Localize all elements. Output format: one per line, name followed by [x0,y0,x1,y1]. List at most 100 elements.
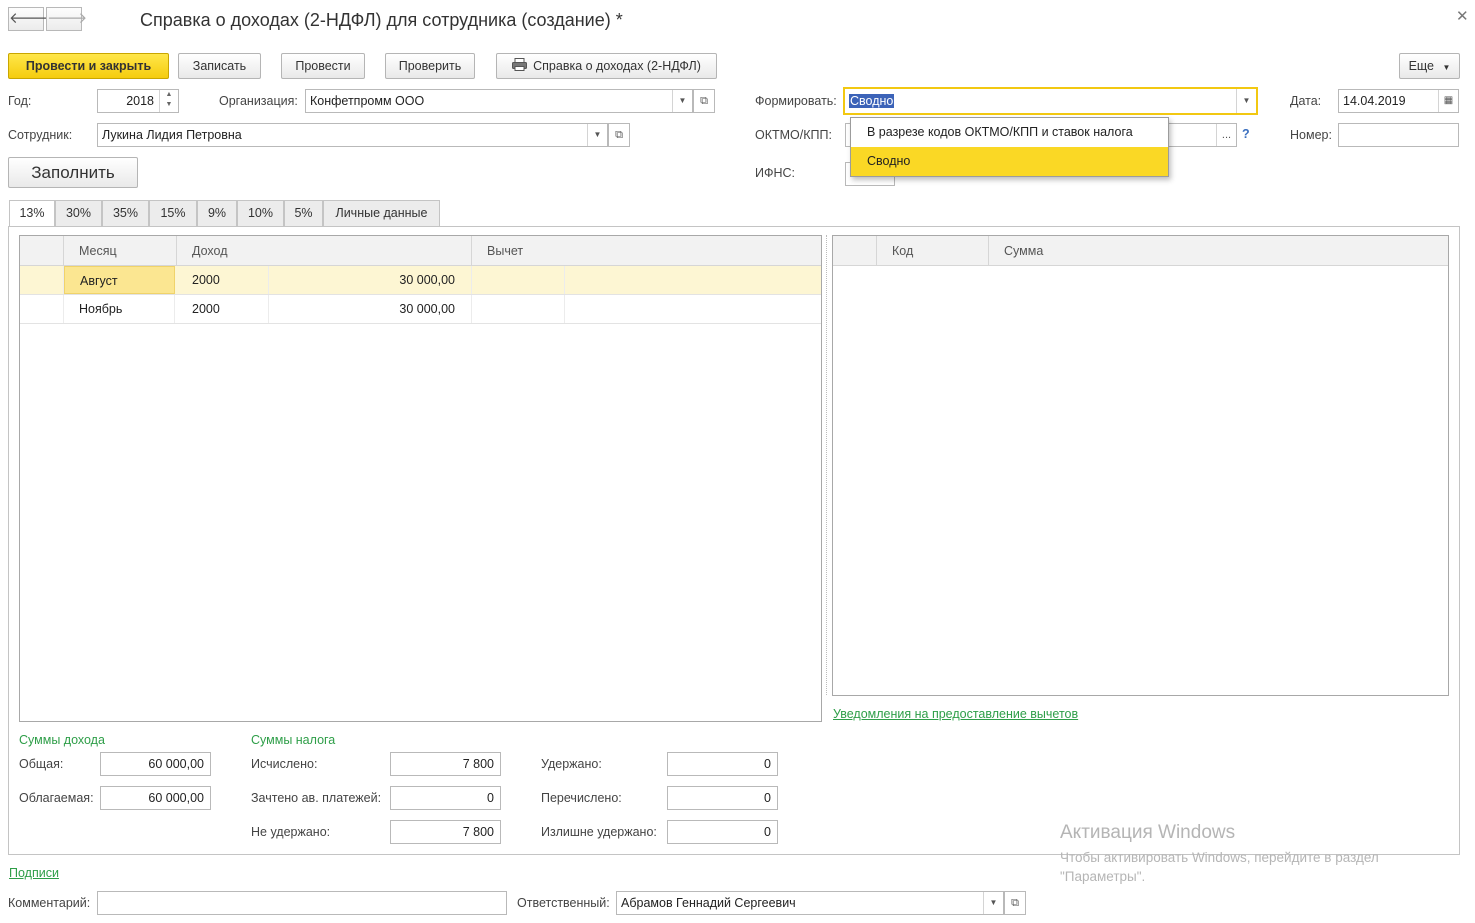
credited-advance-field[interactable]: 0 [390,786,501,810]
arrow-left-icon: 🡐 [9,10,50,27]
row-marker-header [20,236,64,266]
cell-code[interactable]: 2000 [175,266,269,294]
splitter[interactable] [826,235,827,695]
excess-withheld-label: Излишне удержано: [541,825,657,839]
oktmo-select-button[interactable]: ... [1216,124,1236,146]
open-form-icon: ⧉ [700,95,708,107]
open-form-icon: ⧉ [615,129,623,141]
header-income[interactable]: Доход [177,236,472,266]
employee-field[interactable]: Лукина Лидия Петровна ▼ [97,123,608,147]
year-value: 2018 [126,94,154,108]
responsible-open-button[interactable]: ⧉ [1004,891,1026,915]
responsible-field[interactable]: Абрамов Геннадий Сергеевич ▼ [616,891,1004,915]
calculated-field[interactable]: 7 800 [390,752,501,776]
calculated-label: Исчислено: [251,757,318,771]
row-marker [20,295,64,323]
header-code[interactable]: Код [877,236,989,266]
form-mode-value: Сводно [849,94,895,108]
form-mode-dropdown: В разрезе кодов ОКТМО/КПП и ставок налог… [850,117,1169,177]
tab-13[interactable]: 13% [9,200,55,228]
tab-5[interactable]: 5% [284,200,323,227]
help-icon[interactable]: ? [1242,127,1250,141]
org-field[interactable]: Конфетпромм ООО ▼ [305,89,693,113]
income-sums-header: Суммы дохода [19,733,105,747]
responsible-label: Ответственный: [517,896,610,910]
income-table[interactable]: Месяц Доход Вычет Август 2000 30 000,00 … [19,235,822,722]
header-month[interactable]: Месяц [64,236,177,266]
save-button[interactable]: Записать [178,53,261,79]
income-table-header: Месяц Доход Вычет [20,236,821,266]
deduction-table[interactable]: Код Сумма [832,235,1449,696]
date-field[interactable]: 14.04.2019 ▦ [1338,89,1459,113]
employee-value: Лукина Лидия Петровна [102,128,242,142]
cell-month[interactable]: Ноябрь [64,295,175,323]
year-spinner[interactable]: ▲ ▼ [159,90,178,112]
table-row[interactable]: Август 2000 30 000,00 [20,266,821,295]
date-value: 14.04.2019 [1343,94,1406,108]
arrow-right-icon: 🡒 [47,10,88,27]
row-marker-header [833,236,877,266]
tab-35[interactable]: 35% [102,200,149,227]
oktmo-label: ОКТМО/КПП: [755,128,832,142]
more-label: Еще [1408,59,1435,73]
notifications-link[interactable]: Уведомления на предоставление вычетов [833,707,1078,721]
spin-up-icon[interactable]: ▲ [160,90,178,100]
tab-9[interactable]: 9% [197,200,237,227]
tab-personal-data[interactable]: Личные данные [323,200,440,227]
cell-amount[interactable]: 30 000,00 [269,266,472,294]
activation-watermark-text: Чтобы активировать Windows, перейдите в … [1060,848,1440,886]
activation-watermark-line1: Чтобы активировать Windows, перейдите в … [1060,850,1379,865]
header-deduction[interactable]: Вычет [472,236,821,266]
year-field[interactable]: 2018 ▲ ▼ [97,89,179,113]
cell-deduction[interactable] [472,266,565,294]
chevron-down-icon[interactable]: ▼ [983,892,1003,914]
open-form-icon: ⧉ [1011,897,1019,909]
cell-code[interactable]: 2000 [175,295,269,323]
number-field[interactable] [1338,123,1459,147]
cell-deduction[interactable] [472,295,565,323]
chevron-down-icon[interactable]: ▼ [587,124,607,146]
comment-field[interactable] [97,891,507,915]
excess-withheld-field[interactable]: 0 [667,820,778,844]
not-withheld-field[interactable]: 7 800 [390,820,501,844]
form-mode-label: Формировать: [755,94,837,108]
org-open-button[interactable]: ⧉ [693,89,715,113]
total-income-field[interactable]: 60 000,00 [100,752,211,776]
employee-open-button[interactable]: ⧉ [608,123,630,147]
tax-sums-header: Суммы налога [251,733,336,747]
fill-button[interactable]: Заполнить [8,157,138,188]
print-report-button[interactable]: Справка о доходах (2-НДФЛ) [496,53,717,79]
close-icon[interactable]: ✕ [1456,7,1469,25]
forward-button[interactable]: 🡒 [46,7,87,31]
org-label: Организация: [219,94,298,108]
tab-10[interactable]: 10% [237,200,284,227]
date-label: Дата: [1290,94,1322,108]
cell-amount[interactable]: 30 000,00 [269,295,472,323]
year-label: Год: [8,94,32,108]
window-title: Справка о доходах (2-НДФЛ) для сотрудник… [140,10,623,30]
tab-30[interactable]: 30% [55,200,102,227]
spin-down-icon[interactable]: ▼ [160,100,178,110]
header-sum[interactable]: Сумма [989,236,1448,266]
ifns-label: ИФНС: [755,166,796,180]
check-button[interactable]: Проверить [385,53,475,79]
table-row[interactable]: Ноябрь 2000 30 000,00 [20,295,821,324]
chevron-down-icon[interactable]: ▼ [672,90,692,112]
taxable-income-field[interactable]: 60 000,00 [100,786,211,810]
back-button[interactable]: 🡐 [8,7,49,31]
option-summary[interactable]: Сводно [851,147,1168,176]
post-and-close-button[interactable]: Провести и закрыть [8,53,169,79]
calendar-icon[interactable]: ▦ [1438,90,1458,112]
total-income-label: Общая: [19,757,64,771]
signatures-link[interactable]: Подписи [9,866,59,880]
printer-icon [512,55,528,79]
more-button[interactable]: Еще ▼ [1399,53,1460,79]
tab-15[interactable]: 15% [149,200,197,227]
transferred-field[interactable]: 0 [667,786,778,810]
option-by-oktmo[interactable]: В разрезе кодов ОКТМО/КПП и ставок налог… [851,118,1168,147]
cell-month[interactable]: Август [64,266,175,294]
post-button[interactable]: Провести [281,53,365,79]
chevron-down-icon[interactable]: ▼ [1236,89,1256,113]
form-mode-field[interactable]: Сводно ▼ [843,87,1258,115]
withheld-field[interactable]: 0 [667,752,778,776]
